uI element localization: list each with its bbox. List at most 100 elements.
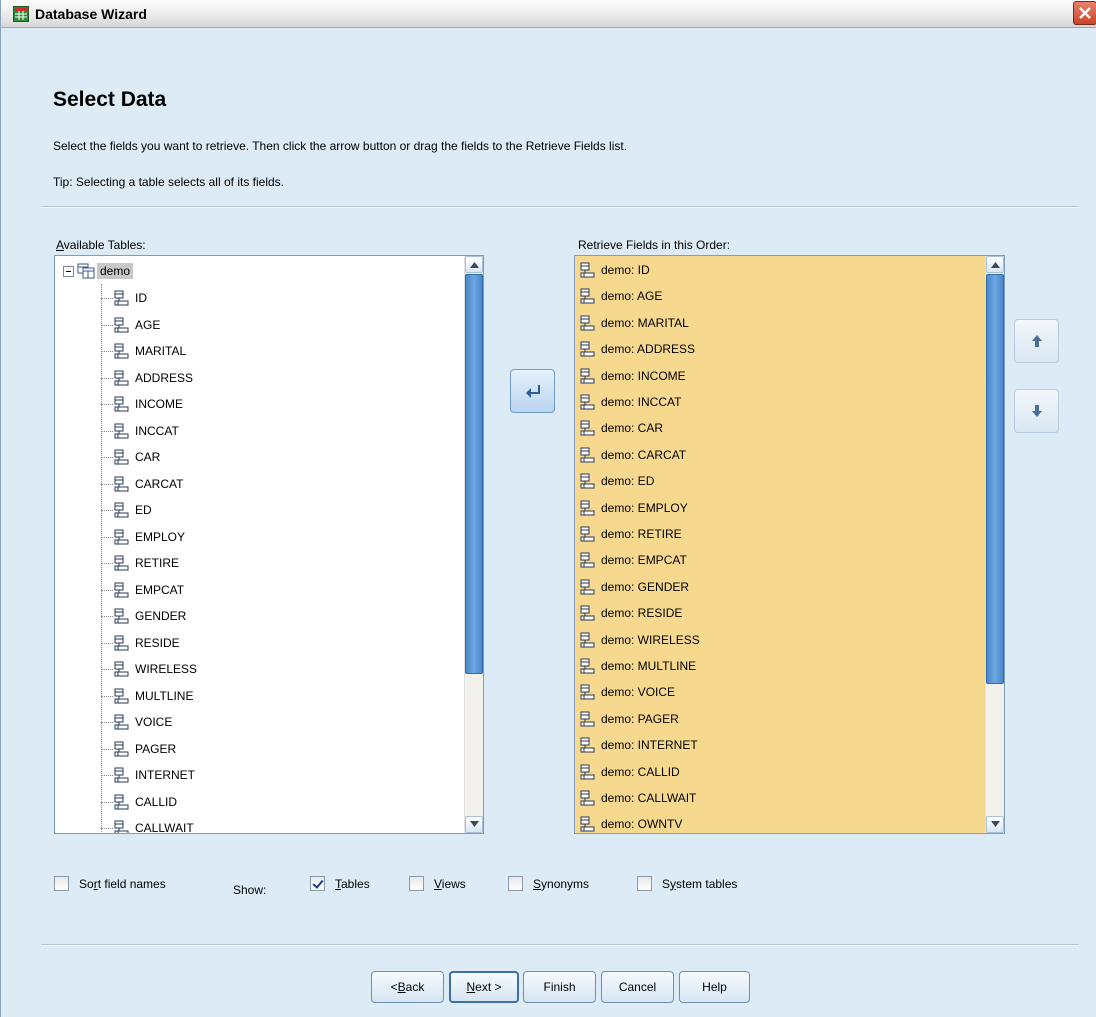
retrieve-field-item[interactable]: demo: PAGER [579, 706, 679, 732]
tree-field-item[interactable]: PAGER [113, 736, 176, 762]
retrieve-field-item[interactable]: demo: MARITAL [579, 310, 689, 336]
tree-connector [101, 510, 113, 511]
close-button[interactable] [1073, 1, 1096, 25]
tree-connector [101, 536, 113, 538]
tree-connector [101, 669, 113, 670]
tree-field-item[interactable]: WIRELESS [113, 656, 197, 682]
tree-field-item[interactable]: CALLWAIT [113, 815, 194, 833]
tree-field-item[interactable]: ADDRESS [113, 365, 193, 391]
move-down-button[interactable] [1014, 389, 1059, 433]
retrieve-field-item[interactable]: demo: RETIRE [579, 521, 682, 547]
retrieve-field-item[interactable]: demo: INCOME [579, 363, 686, 389]
system-tables-option[interactable]: System tables [637, 876, 737, 891]
tables-option[interactable]: Tables [310, 876, 370, 891]
tree-field-item[interactable]: GENDER [113, 603, 186, 629]
scroll-up-button[interactable] [986, 256, 1004, 273]
available-scrollbar[interactable] [464, 256, 483, 833]
tree-field-item[interactable]: EMPLOY [113, 524, 185, 550]
scroll-down-button[interactable] [465, 816, 483, 833]
tree-field-item[interactable]: INCCAT [113, 418, 179, 444]
field-label: MARITAL [135, 344, 187, 358]
retrieve-field-item[interactable]: demo: GENDER [579, 574, 689, 600]
retrieve-field-item[interactable]: demo: VOICE [579, 679, 675, 705]
tree-field-item[interactable]: EMPCAT [113, 577, 184, 603]
retrieve-field-item[interactable]: demo: INCCAT [579, 389, 681, 415]
field-icon [114, 741, 129, 756]
scroll-thumb[interactable] [986, 274, 1004, 684]
retrieve-field-item[interactable]: demo: CAR [579, 415, 663, 441]
retrieve-field-item[interactable]: demo: ID [579, 257, 650, 283]
scroll-thumb[interactable] [465, 274, 483, 674]
available-tables-tree[interactable]: demo ID AGE MARITAL ADDRESS INCOME INCCAT CAR C… [54, 255, 484, 834]
tree-field-item[interactable]: CALLID [113, 789, 177, 815]
field-icon [114, 582, 129, 597]
tree-node-label: demo [97, 263, 134, 279]
move-to-retrieve-button[interactable] [510, 369, 555, 413]
field-label: ED [135, 503, 152, 517]
retrieve-field-item[interactable]: demo: RESIDE [579, 600, 682, 626]
tree-field-item[interactable]: AGE [113, 312, 160, 338]
field-icon [580, 632, 595, 648]
tree-field-item[interactable]: RETIRE [113, 550, 179, 576]
retrieve-field-item[interactable]: demo: EMPLOY [579, 495, 688, 521]
tree-field-item[interactable]: INCOME [113, 391, 183, 417]
views-option[interactable]: Views [409, 876, 466, 891]
field-label: demo: ED [601, 474, 655, 489]
field-icon [114, 714, 129, 730]
tree-connector [101, 801, 113, 803]
retrieve-field-item[interactable]: demo: ED [579, 468, 654, 494]
system-tables-checkbox[interactable] [637, 876, 652, 891]
sort-field-names-checkbox[interactable] [54, 876, 69, 891]
tree-field-item[interactable]: ID [113, 285, 147, 311]
views-checkbox[interactable] [409, 876, 424, 891]
tree-field-item[interactable]: MARITAL [113, 338, 186, 364]
field-label: CALLID [135, 794, 178, 809]
retrieve-field-item[interactable]: demo: INTERNET [579, 732, 698, 758]
sort-field-names-option[interactable]: Sort field names [54, 876, 166, 891]
tree-connector [101, 351, 113, 352]
tree-connector [101, 404, 113, 405]
retrieve-field-item[interactable]: demo: CALLID [579, 759, 680, 785]
back-button[interactable]: < Back [371, 971, 444, 1003]
retrieve-field-item[interactable]: demo: MULTLINE [579, 653, 696, 679]
tree-field-item[interactable]: INTERNET [113, 762, 195, 788]
collapse-icon[interactable] [63, 265, 74, 277]
synonyms-checkbox[interactable] [508, 876, 523, 891]
tree-connector [101, 828, 113, 829]
tree-field-item[interactable]: VOICE [113, 709, 172, 735]
tree-field-item[interactable]: CARCAT [113, 471, 183, 497]
tree-field-item[interactable]: RESIDE [113, 630, 180, 656]
field-label: demo: PAGER [601, 711, 679, 726]
retrieve-field-item[interactable]: demo: AGE [579, 283, 662, 309]
field-icon [114, 370, 129, 385]
retrieve-field-item[interactable]: demo: EMPCAT [579, 547, 687, 573]
field-label: demo: EMPCAT [601, 553, 687, 568]
tree-field-item[interactable]: MULTLINE [113, 683, 193, 709]
retrieve-field-item[interactable]: demo: OWNTV [579, 811, 682, 833]
move-up-button[interactable] [1014, 319, 1059, 363]
help-button[interactable]: Help [679, 971, 750, 1003]
tree-connector [101, 589, 113, 591]
retrieve-field-item[interactable]: demo: WIRELESS [579, 627, 700, 653]
retrieve-fields-list[interactable]: demo: ID demo: AGE demo: MARITAL demo: ADDR… [574, 255, 1005, 834]
retrieve-field-item[interactable]: demo: ADDRESS [579, 336, 695, 362]
field-icon [580, 658, 595, 674]
field-label: GENDER [135, 609, 187, 623]
cancel-button[interactable]: Cancel [601, 971, 674, 1003]
tree-field-item[interactable]: ED [113, 497, 152, 523]
divider [41, 206, 1079, 208]
scroll-up-button[interactable] [465, 256, 483, 273]
finish-button[interactable]: Finish [523, 971, 596, 1003]
retrieve-field-item[interactable]: demo: CALLWAIT [579, 785, 696, 811]
retrieve-scrollbar[interactable] [985, 256, 1004, 833]
tree-field-item[interactable]: CAR [113, 444, 160, 470]
retrieve-fields-label: Retrieve Fields in this Order: [578, 238, 731, 252]
next-button[interactable]: Next > [449, 971, 519, 1003]
tree-node-demo[interactable]: demo [63, 258, 134, 284]
synonyms-option[interactable]: Synonyms [508, 876, 589, 891]
scroll-down-button[interactable] [986, 816, 1004, 833]
tree-connector [101, 324, 113, 326]
title-bar[interactable]: Database Wizard [1, 0, 1096, 28]
tables-checkbox[interactable] [310, 876, 325, 891]
retrieve-field-item[interactable]: demo: CARCAT [579, 442, 686, 468]
